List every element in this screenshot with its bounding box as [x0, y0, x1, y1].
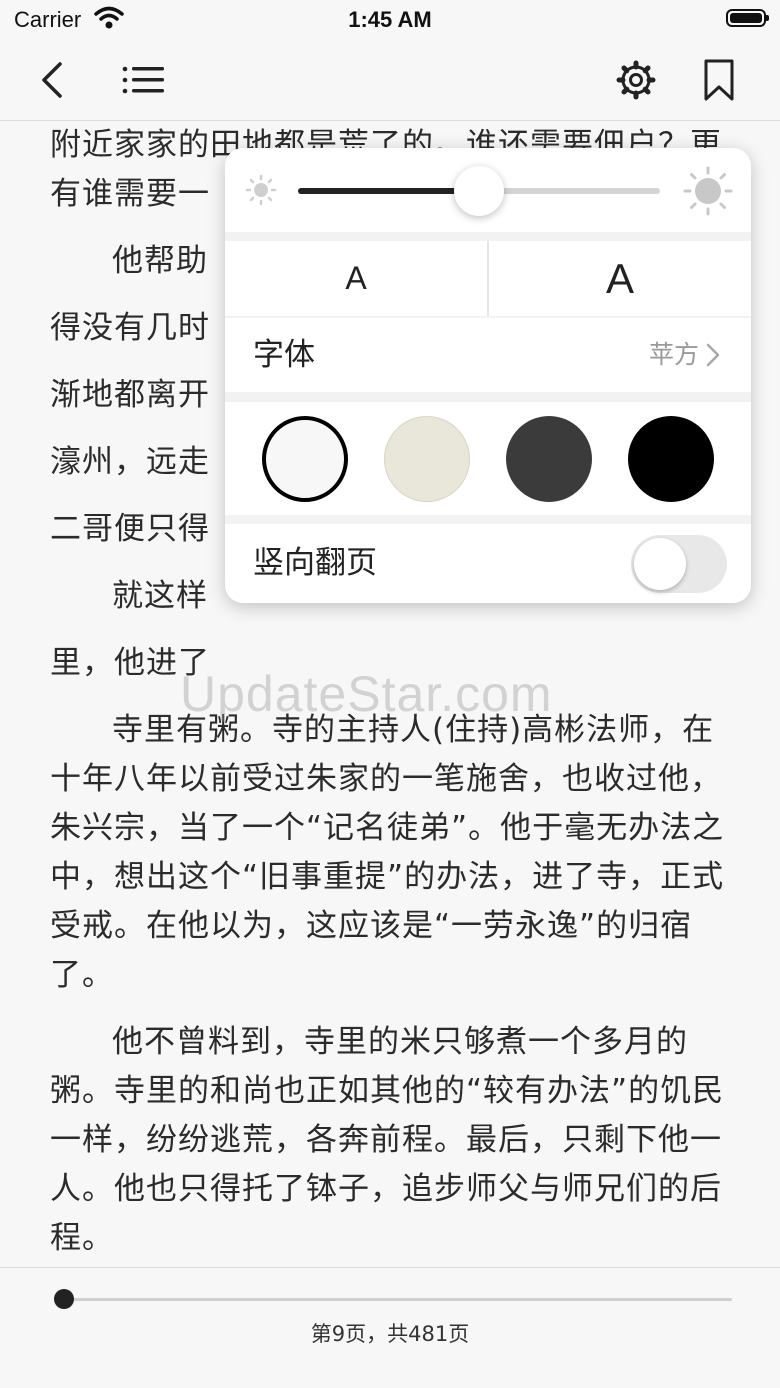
vertical-paging-row: 竖向翻页 — [225, 524, 751, 603]
bookmark-icon — [704, 59, 734, 101]
font-size-row: A A — [225, 241, 751, 316]
settings-button[interactable] — [612, 56, 660, 104]
progress-handle[interactable] — [54, 1289, 75, 1309]
chevron-right-icon — [705, 342, 721, 372]
back-button[interactable] — [30, 56, 78, 104]
increase-font-button[interactable]: A — [489, 241, 751, 316]
sun-small-icon — [245, 174, 277, 210]
sun-large-icon — [683, 166, 733, 220]
paragraph: 寺里有粥。寺的主持人(住持)高彬法师，在十年八年以前受过朱家的一笔施舍，也收过他… — [50, 712, 725, 993]
page-info: 第9页，共481页 — [310, 1322, 470, 1346]
theme-swatch-white[interactable] — [262, 416, 348, 502]
decrease-font-button[interactable]: A — [225, 241, 487, 316]
theme-swatch-beige[interactable] — [384, 416, 470, 502]
brightness-slider[interactable] — [298, 166, 660, 216]
list-icon — [122, 66, 164, 94]
font-select-row[interactable]: 字体 苹方 — [225, 318, 751, 392]
paragraph: 里，他进了 — [50, 645, 210, 681]
reading-settings-panel: A A 字体 苹方 竖向翻页 — [225, 148, 751, 603]
battery-icon — [726, 9, 769, 27]
status-bar: Carrier 1:45 AM — [0, 0, 780, 40]
toggle-knob — [634, 538, 686, 590]
nav-bar — [0, 40, 780, 121]
theme-swatch-dark-gray[interactable] — [506, 416, 592, 502]
vertical-paging-toggle[interactable] — [631, 535, 727, 593]
theme-row — [225, 402, 751, 515]
clock: 1:45 AM — [348, 7, 432, 32]
brightness-fill — [298, 188, 479, 194]
gear-icon — [616, 60, 656, 100]
font-value: 苹方 — [648, 340, 699, 369]
theme-swatch-black[interactable] — [628, 416, 714, 502]
page-progress-slider[interactable] — [54, 1289, 732, 1309]
vertical-paging-label: 竖向翻页 — [253, 545, 377, 581]
bookmark-button[interactable] — [696, 56, 744, 104]
brightness-handle[interactable] — [454, 166, 504, 216]
table-of-contents-button[interactable] — [120, 56, 168, 104]
paragraph: 他不曾料到，寺里的米只够煮一个多月的粥。寺里的和尚也正如其他的“较有办法”的饥民… — [50, 1024, 725, 1256]
font-label: 字体 — [253, 337, 315, 373]
brightness-row — [225, 148, 751, 232]
bottom-bar: 第9页，共481页 — [0, 1267, 780, 1388]
back-icon — [42, 62, 62, 98]
